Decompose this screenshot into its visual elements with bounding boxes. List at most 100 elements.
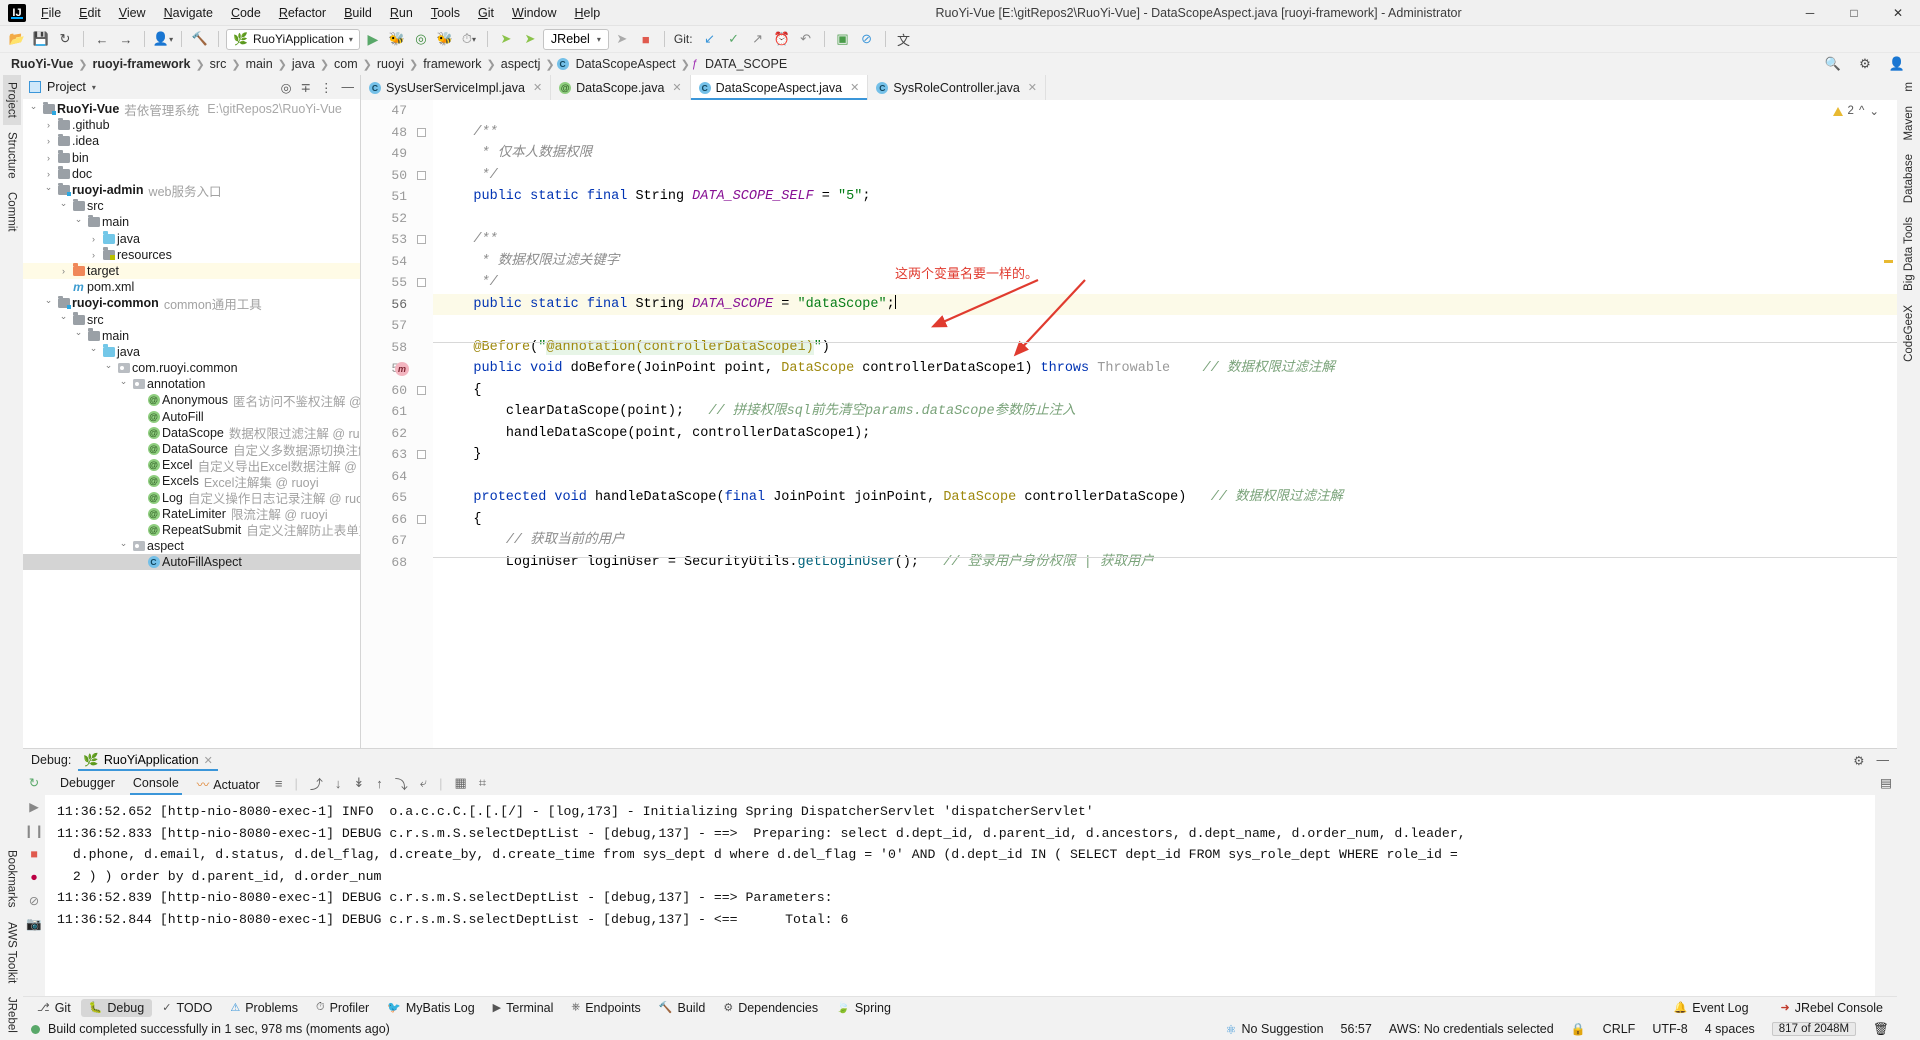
editor-tab[interactable]: C SysUserServiceImpl.java ✕ — [361, 75, 552, 100]
tree-node[interactable]: java — [23, 231, 360, 247]
menu-navigate[interactable]: Navigate — [155, 3, 222, 23]
tree-node[interactable]: @ Excels Excel注解集 @ ruoyi — [23, 473, 360, 490]
mute-breakpoints-icon[interactable]: ⊘ — [29, 893, 39, 908]
menu-window[interactable]: Window — [503, 3, 565, 23]
chevron-down-icon[interactable]: ⌄ — [1869, 104, 1879, 118]
forward-arrow-icon[interactable]: → — [115, 28, 137, 50]
chevron-right-icon[interactable] — [57, 266, 70, 276]
tool-window-project[interactable]: Project — [2, 75, 21, 125]
chevron-down-icon[interactable] — [27, 104, 40, 115]
search-icon[interactable]: 🔍 — [1822, 53, 1844, 75]
tree-node[interactable]: @Excel自定义导出Excel数据注解 @ ruoyi — [23, 457, 360, 474]
bottom-tab-dependencies[interactable]: ⚙ Dependencies — [715, 999, 826, 1017]
debug-icon[interactable]: 🐝 — [386, 28, 408, 50]
locate-icon[interactable]: ◎ — [281, 80, 292, 95]
debug-toolbar-icon[interactable]: ▦ — [450, 775, 470, 791]
bottom-tab-event-log[interactable]: 🔔 Event Log — [1666, 999, 1757, 1017]
bottom-tab-spring[interactable]: 🍃 Spring — [828, 999, 899, 1017]
console-output[interactable]: 11:36:52.652 [http-nio-8080-exec-1] INFO… — [45, 795, 1875, 996]
tool-window-structure[interactable]: Structure — [3, 125, 21, 186]
rerun-icon[interactable]: ↻ — [29, 775, 39, 790]
jrebel-selector[interactable]: JRebel ▾ — [542, 28, 609, 50]
breadcrumb-item[interactable]: ruoyi-framework — [90, 56, 194, 72]
debug-toolbar-icon[interactable]: ↑ — [372, 776, 387, 791]
chevron-right-icon[interactable] — [87, 250, 100, 260]
code-content[interactable]: 这两个变量名要一样的。 /** * 仅本人数据权限 */ public stat… — [433, 100, 1897, 748]
chevron-right-icon[interactable] — [87, 234, 100, 244]
chevron-right-icon[interactable] — [42, 169, 55, 179]
run-with-profiler-icon[interactable]: ⏱ ▾ — [458, 28, 480, 50]
camera-icon[interactable]: 📷 — [26, 917, 42, 932]
options-icon[interactable]: ⋮ — [320, 80, 333, 95]
code-area[interactable]: 47484950515253545556575859m6061626364656… — [361, 100, 1897, 748]
inspect-icon[interactable]: ▣ — [832, 28, 854, 50]
breadcrumb-item[interactable]: DataScopeAspect — [573, 56, 679, 72]
bottom-tab-profiler[interactable]: ⏱ Profiler — [308, 999, 377, 1017]
tree-node[interactable]: C AutoFillAspect — [23, 554, 360, 571]
chevron-down-icon[interactable]: ▾ — [597, 35, 601, 44]
tree-node[interactable]: ruoyi-common common通用工具 — [23, 295, 360, 312]
tool-window-m[interactable]: m — [1900, 75, 1918, 99]
line-separator[interactable]: CRLF — [1603, 1022, 1636, 1036]
run-icon[interactable]: ▶ — [362, 28, 384, 50]
tree-node[interactable]: .github — [23, 117, 360, 133]
breadcrumb-item[interactable]: main — [243, 56, 276, 72]
close-icon[interactable]: ✕ — [672, 81, 681, 94]
memory-indicator[interactable]: 817 of 2048M — [1771, 1022, 1857, 1036]
trash-icon[interactable]: 🗑 — [1873, 1022, 1889, 1037]
debug-toolbar-icon[interactable]: ⤵ — [391, 774, 412, 793]
chevron-down-icon[interactable]: ▾ — [92, 83, 96, 92]
tree-node[interactable]: annotation — [23, 376, 360, 392]
tree-node[interactable]: @DataSource自定义多数据源切换注解 @ ruoyi — [23, 441, 360, 458]
debug-tab-console[interactable]: Console — [126, 774, 186, 795]
bottom-tab-problems[interactable]: ⚠ Problems — [222, 999, 306, 1017]
code-fold-handle[interactable] — [417, 170, 426, 180]
tree-node[interactable]: com.ruoyi.common — [23, 360, 360, 376]
tree-node[interactable]: bin — [23, 150, 360, 166]
editor-tab[interactable]: C DataScopeAspect.java ✕ — [690, 75, 869, 100]
breakpoint-marker[interactable]: m — [395, 362, 409, 376]
chevron-down-icon[interactable] — [57, 314, 70, 325]
menu-file[interactable]: File — [32, 3, 70, 23]
tree-node[interactable]: RuoYi-Vue 若依管理系统 E:\gitRepos2\RuoYi-Vue — [23, 101, 360, 118]
tree-node[interactable]: main — [23, 328, 360, 344]
git-push-icon[interactable]: ↗ — [747, 28, 769, 50]
debug-toolbar-icon[interactable]: ⌗ — [475, 775, 490, 791]
hide-icon[interactable]: — — [1877, 753, 1890, 768]
editor-gutter[interactable]: 47484950515253545556575859m6061626364656… — [361, 100, 433, 748]
tree-node[interactable]: aspect — [23, 538, 360, 554]
debug-toolbar-icon[interactable]: ↓ — [331, 776, 346, 791]
bottom-tab-build[interactable]: 🔨 Build — [651, 999, 714, 1017]
code-fold-handle[interactable] — [417, 385, 426, 395]
git-history-icon[interactable]: ⏰ — [771, 28, 793, 50]
bottom-tab-endpoints[interactable]: ⎈ Endpoints — [563, 999, 648, 1017]
tree-node[interactable]: src — [23, 311, 360, 327]
tree-node[interactable]: m pom.xml — [23, 279, 360, 295]
debug-toolbar-icon[interactable]: ⤶ — [416, 775, 431, 791]
view-breakpoints-icon[interactable]: ● — [30, 870, 38, 884]
chevron-down-icon[interactable] — [87, 346, 100, 357]
chevron-down-icon[interactable] — [72, 330, 85, 341]
debug-session-tab[interactable]: 🌿 RuoYiApplication ✕ — [78, 749, 218, 771]
debug-tab-actuator[interactable]: 〰 Actuator — [190, 772, 267, 795]
tree-node[interactable]: resources — [23, 247, 360, 263]
close-icon[interactable]: ✕ — [204, 754, 213, 767]
debug-toolbar-icon[interactable]: ⤴ — [306, 774, 327, 793]
chevron-right-icon[interactable] — [42, 136, 55, 146]
profile-icon[interactable]: 👤 ▾ — [152, 28, 174, 50]
chevron-down-icon[interactable]: ▾ — [349, 35, 353, 44]
tool-window-codegeex[interactable]: CodeGeeX — [1900, 298, 1918, 369]
code-fold-handle[interactable] — [417, 278, 426, 287]
stop-icon[interactable]: ■ — [30, 847, 38, 861]
run-configuration-selector[interactable]: 🌿 RuoYiApplication ▾ — [226, 28, 360, 50]
hide-icon[interactable]: — — [342, 80, 355, 94]
tool-window-aws-toolkit[interactable]: AWS Toolkit — [3, 915, 21, 990]
jrebel-run-icon[interactable]: ➤ — [495, 28, 517, 50]
menu-code[interactable]: Code — [222, 3, 270, 23]
settings-icon[interactable]: ⚙ — [1854, 53, 1876, 75]
chevron-down-icon[interactable] — [72, 217, 85, 228]
menu-refactor[interactable]: Refactor — [270, 3, 335, 23]
close-button[interactable]: ✕ — [1876, 0, 1920, 26]
tree-node[interactable]: @Anonymous 匿名访问不鉴权注解 @ ruoyi — [23, 392, 360, 409]
tool-window-jrebel[interactable]: JRebel — [3, 990, 21, 1040]
